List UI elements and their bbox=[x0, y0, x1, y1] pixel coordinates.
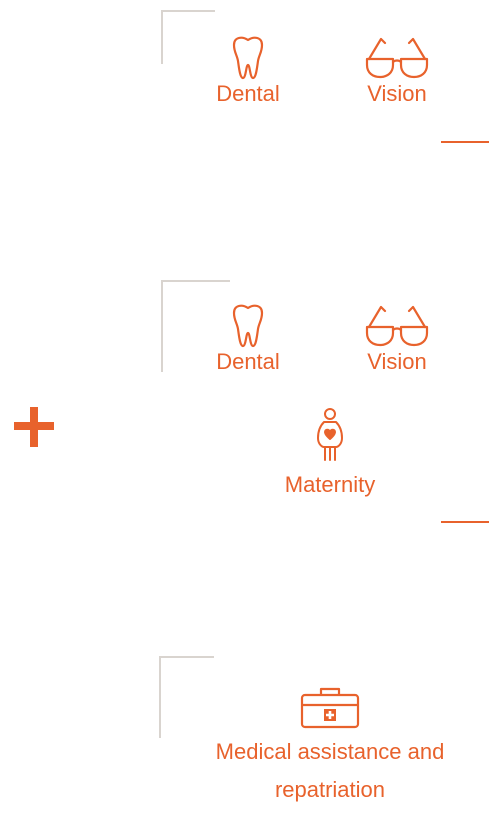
benefit-label: Dental bbox=[216, 81, 280, 106]
benefit-label: Medical assistance and repatriation bbox=[215, 739, 445, 802]
benefit-label: Vision bbox=[367, 81, 427, 106]
benefit-label: Vision bbox=[367, 349, 427, 374]
medical-kit-icon bbox=[300, 687, 360, 729]
benefit-dental: Dental bbox=[203, 35, 293, 107]
glasses-icon bbox=[365, 305, 429, 347]
glasses-icon bbox=[365, 37, 429, 79]
tooth-icon bbox=[232, 304, 264, 348]
benefit-medical-assistance: Medical assistance and repatriation bbox=[185, 685, 475, 809]
frame-corner-bottom-right bbox=[441, 141, 489, 143]
frame-corner-bottom-right bbox=[441, 521, 489, 523]
benefit-vision: Vision bbox=[352, 35, 442, 107]
benefit-maternity: Maternity bbox=[265, 408, 395, 498]
benefit-dental: Dental bbox=[203, 303, 293, 375]
plus-icon bbox=[14, 407, 54, 447]
benefit-vision: Vision bbox=[352, 303, 442, 375]
maternity-icon bbox=[317, 408, 343, 461]
tooth-icon bbox=[232, 36, 264, 80]
benefit-label: Dental bbox=[216, 349, 280, 374]
benefit-label: Maternity bbox=[284, 472, 376, 497]
